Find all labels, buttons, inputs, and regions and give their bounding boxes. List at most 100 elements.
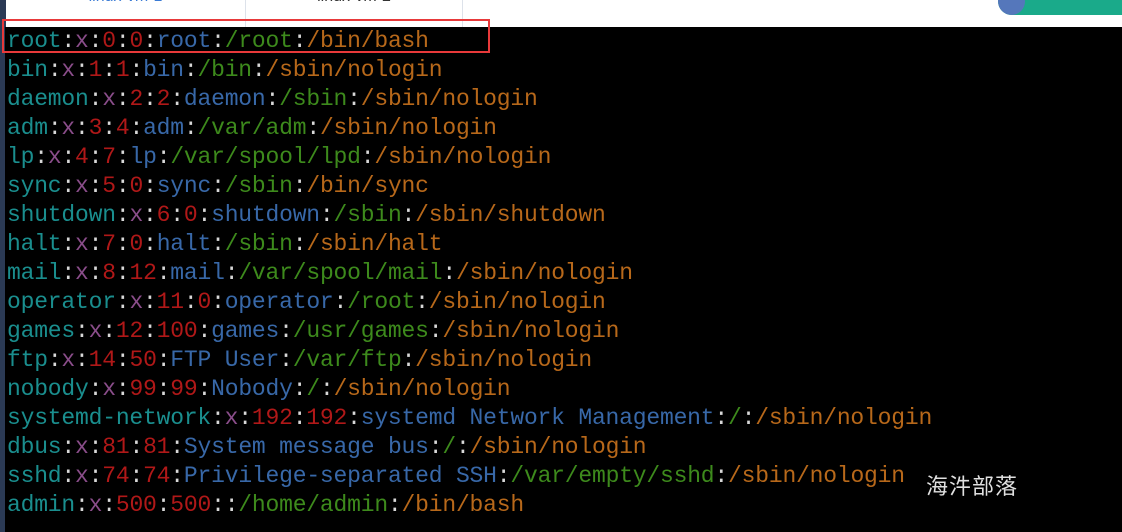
- password-field: x: [102, 86, 116, 112]
- field-separator: :: [347, 405, 361, 431]
- gecos: FTP User: [170, 347, 280, 373]
- gid: 99: [170, 376, 198, 402]
- gid: 1: [115, 57, 130, 83]
- gecos: mail: [170, 260, 225, 286]
- passwd-line: nobody:x:99:99:Nobody:/:/sbin/nologin: [7, 375, 511, 404]
- login-shell: /sbin/nologin: [265, 57, 443, 83]
- login-shell: /sbin/nologin: [728, 463, 905, 489]
- passwd-line: halt:x:7:0:halt:/sbin:/sbin/halt: [7, 230, 443, 259]
- field-separator: :: [170, 434, 184, 460]
- terminal-output[interactable]: root:x:0:0:root:/root:/bin/bash bin:x:1:1…: [5, 27, 1122, 532]
- password-field: x: [75, 463, 89, 489]
- username: nobody: [7, 376, 89, 402]
- passwd-line: admin:x:500:500::/home/admin:/bin/bash: [7, 491, 524, 520]
- gecos: games: [211, 318, 280, 344]
- gid: 0: [183, 202, 198, 228]
- login-shell: /sbin/nologin: [374, 144, 552, 170]
- field-separator: :: [156, 347, 171, 373]
- password-field: x: [129, 289, 144, 315]
- field-separator: :: [347, 86, 361, 112]
- field-separator: :: [88, 144, 103, 170]
- field-separator: :: [292, 173, 307, 199]
- password-field: x: [75, 260, 89, 286]
- login-shell: /sbin/nologin: [415, 347, 593, 373]
- field-separator: :: [211, 231, 225, 257]
- field-separator: :: [61, 434, 76, 460]
- gecos: System message bus: [183, 434, 429, 460]
- field-separator: :: [75, 318, 89, 344]
- field-separator: :: [88, 376, 103, 402]
- field-separator: :: [75, 57, 89, 83]
- passwd-line: daemon:x:2:2:daemon:/sbin:/sbin/nologin: [7, 85, 538, 114]
- field-separator: :: [333, 289, 348, 315]
- username: adm: [7, 115, 48, 141]
- uid: 6: [156, 202, 171, 228]
- tab-session-2[interactable]: linux-vm-2: [246, 0, 463, 27]
- gecos: systemd Network Management: [360, 405, 715, 431]
- gid: 7: [102, 144, 116, 170]
- home-dir: /sbin: [224, 231, 293, 257]
- home-dir: /root: [347, 289, 416, 315]
- field-separator: :: [129, 434, 144, 460]
- username: sshd: [7, 463, 62, 489]
- gecos: operator: [224, 289, 334, 315]
- field-separator: :: [197, 318, 212, 344]
- top-right-action-button[interactable]: ···: [998, 0, 1122, 15]
- password-field: x: [75, 173, 89, 199]
- field-separator: :: [143, 231, 157, 257]
- login-shell: /sbin/nologin: [469, 434, 647, 460]
- login-shell: /sbin/nologin: [319, 115, 497, 141]
- field-separator: :: [211, 289, 225, 315]
- field-separator: :: [61, 463, 76, 489]
- passwd-line: dbus:x:81:81:System message bus:/:/sbin/…: [7, 433, 647, 462]
- gecos: halt: [156, 231, 212, 257]
- field-separator: :: [306, 115, 320, 141]
- password-field: x: [61, 57, 76, 83]
- field-separator: :: [75, 347, 89, 373]
- password-field: x: [61, 115, 76, 141]
- uid: 14: [88, 347, 116, 373]
- username: bin: [7, 57, 48, 83]
- password-field: x: [61, 347, 76, 373]
- field-separator: :: [88, 173, 103, 199]
- field-separator: :: [129, 115, 144, 141]
- field-separator: :: [401, 347, 416, 373]
- field-separator: :: [47, 57, 62, 83]
- password-field: x: [75, 28, 89, 54]
- uid: 4: [75, 144, 89, 170]
- field-separator: :: [129, 57, 144, 83]
- password-field: x: [47, 144, 62, 170]
- home-dir: /: [306, 376, 320, 402]
- tab-bar: linux-vm-1 linux-vm-2 ···: [0, 0, 1122, 27]
- field-separator: :: [279, 347, 293, 373]
- gid: 74: [143, 463, 171, 489]
- field-separator: :: [279, 318, 293, 344]
- field-separator: :: [156, 260, 171, 286]
- username: sync: [7, 173, 62, 199]
- uid: 11: [156, 289, 184, 315]
- field-separator: :: [251, 57, 266, 83]
- field-separator: :: [102, 57, 116, 83]
- login-shell: /bin/bash: [401, 492, 525, 518]
- field-separator: :: [401, 202, 416, 228]
- gecos: root: [156, 28, 212, 54]
- login-shell: /sbin/nologin: [333, 376, 511, 402]
- field-separator: :: [88, 463, 103, 489]
- gecos: adm: [143, 115, 184, 141]
- field-separator: :: [156, 376, 171, 402]
- passwd-line: bin:x:1:1:bin:/bin:/sbin/nologin: [7, 56, 443, 85]
- passwd-line: sshd:x:74:74:Privilege-separated SSH:/va…: [7, 462, 905, 491]
- field-separator: :: [496, 463, 511, 489]
- field-separator: :: [143, 28, 157, 54]
- field-separator: :: [238, 405, 252, 431]
- uid: 99: [129, 376, 157, 402]
- passwd-line: ftp:x:14:50:FTP User:/var/ftp:/sbin/nolo…: [7, 346, 592, 375]
- username: operator: [7, 289, 116, 315]
- tab-session-1[interactable]: linux-vm-1: [6, 0, 246, 27]
- gid: 12: [129, 260, 157, 286]
- field-separator: :: [88, 434, 103, 460]
- field-separator: :: [115, 260, 130, 286]
- home-dir: /sbin: [279, 86, 348, 112]
- gid: 100: [156, 318, 198, 344]
- passwd-line: adm:x:3:4:adm:/var/adm:/sbin/nologin: [7, 114, 497, 143]
